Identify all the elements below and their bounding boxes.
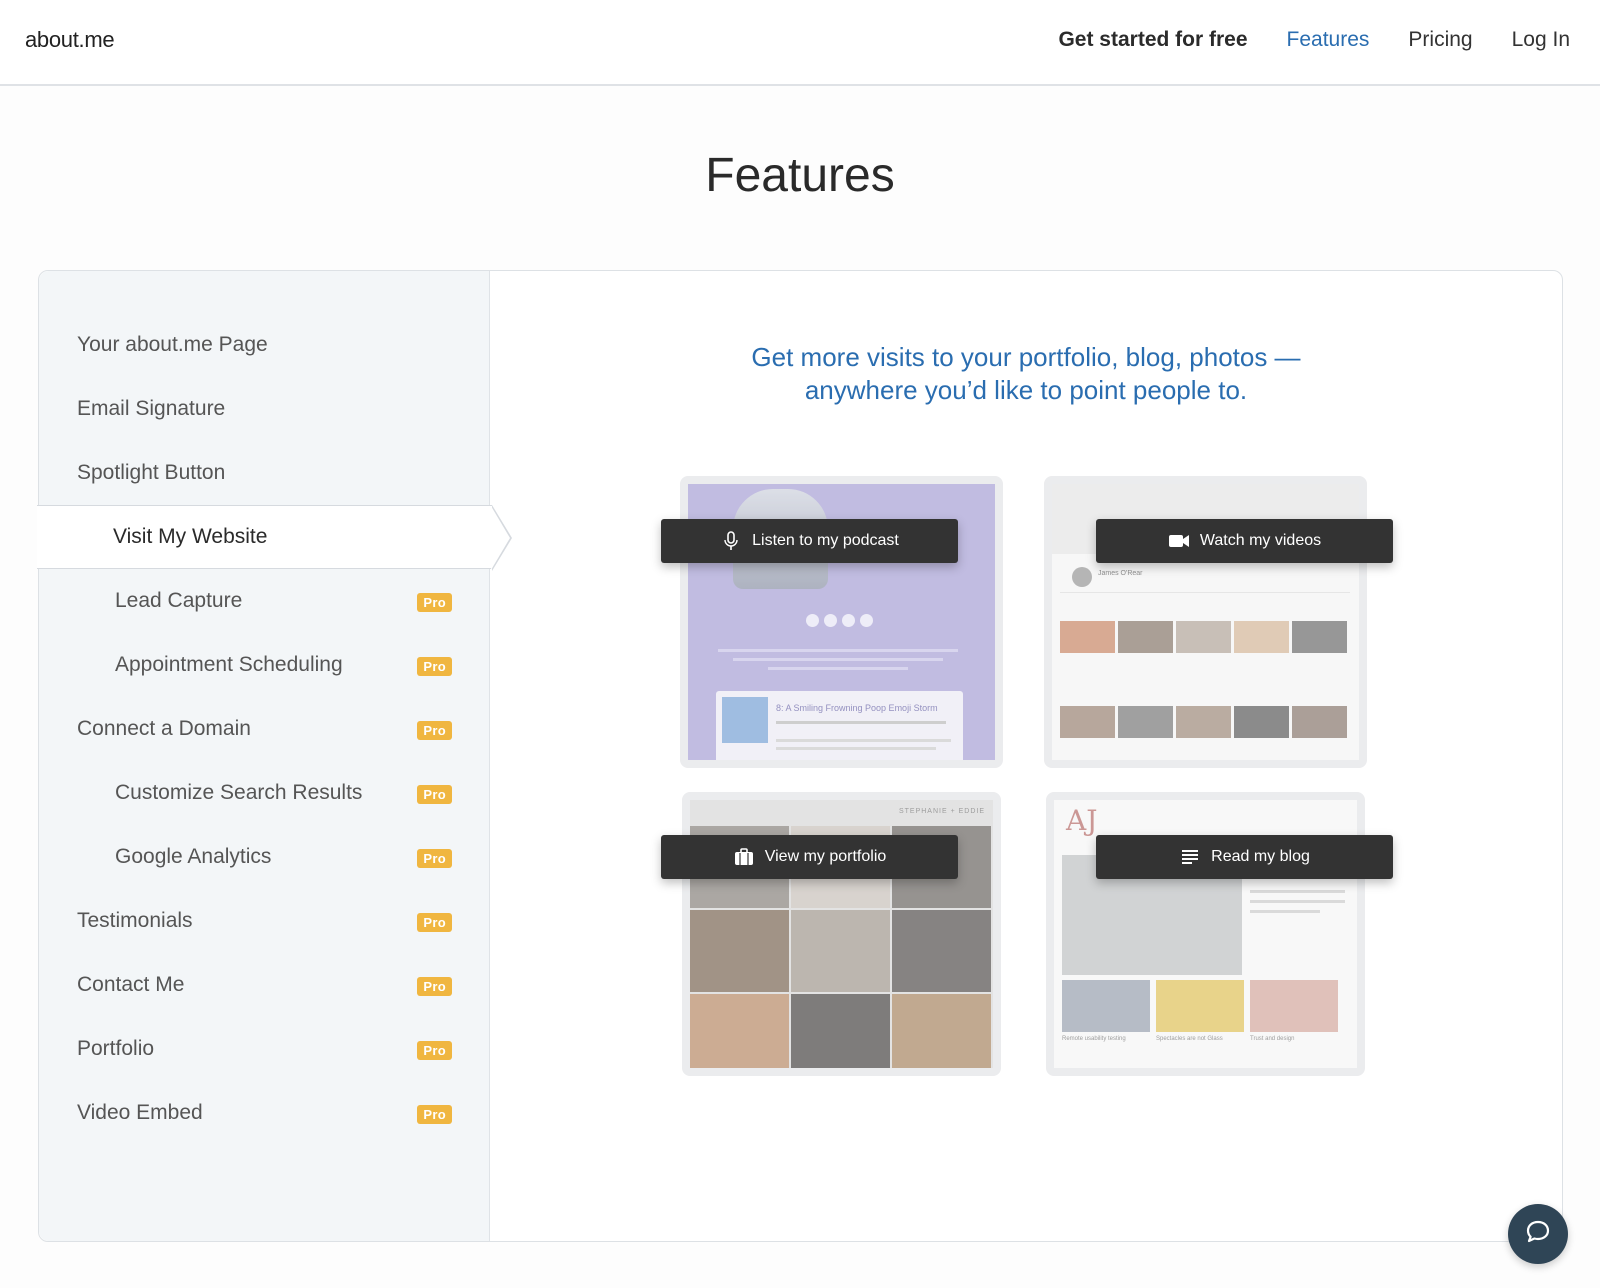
view-portfolio-button[interactable]: View my portfolio (661, 835, 958, 879)
sidebar-item-appointment-scheduling[interactable]: Appointment Scheduling Pro (39, 633, 490, 697)
sidebar-item-connect-domain[interactable]: Connect a Domain Pro (39, 697, 490, 761)
features-panel: Your about.me Page Email Signature Spotl… (37, 270, 1563, 1242)
sidebar-item-label: Portfolio (77, 1037, 155, 1060)
sidebar-item-label: Your about.me Page (77, 333, 268, 356)
pro-badge: Pro (417, 977, 452, 996)
watch-videos-button[interactable]: Watch my videos (1096, 519, 1393, 563)
sidebar-item-label: Google Analytics (115, 845, 272, 868)
pro-badge: Pro (417, 657, 452, 676)
features-sidebar: Your about.me Page Email Signature Spotl… (37, 271, 512, 1241)
sidebar-item-testimonials[interactable]: Testimonials Pro (39, 889, 490, 953)
top-nav: about.me Get started for free Features P… (0, 0, 1600, 86)
sidebar-item-contact-me[interactable]: Contact Me Pro (39, 953, 490, 1017)
button-label: Read my blog (1211, 848, 1310, 865)
button-label: Watch my videos (1199, 532, 1322, 549)
chat-launcher-button[interactable] (1508, 1204, 1568, 1264)
main-nav: Get started for free Features Pricing Lo… (1058, 28, 1570, 52)
button-label: Listen to my podcast (752, 532, 899, 549)
read-blog-button[interactable]: Read my blog (1096, 835, 1393, 879)
sidebar-item-label: Customize Search Results (115, 781, 363, 804)
video-camera-icon (1168, 530, 1190, 552)
sidebar-item-label: Email Signature (77, 397, 226, 420)
pro-badge: Pro (417, 849, 452, 868)
features-link[interactable]: Features (1287, 28, 1370, 52)
sidebar-item-label: Appointment Scheduling (115, 653, 343, 676)
tagline-line-2: anywhere you’d like to point people to. (804, 375, 1248, 405)
sidebar-item-google-analytics[interactable]: Google Analytics Pro (39, 825, 490, 889)
sidebar-item-lead-capture[interactable]: Lead Capture Pro (39, 569, 490, 633)
chat-bubble-icon (1524, 1218, 1552, 1251)
sidebar-item-label: Testimonials (77, 909, 193, 932)
list-lines-icon (1179, 846, 1201, 868)
sidebar-item-label: Lead Capture (115, 589, 243, 612)
get-started-link[interactable]: Get started for free (1058, 28, 1247, 52)
microphone-icon (720, 530, 742, 552)
sidebar-item-label: Connect a Domain (77, 717, 251, 740)
sidebar-item-visit-my-website[interactable]: Visit My Website (37, 505, 512, 571)
pro-badge: Pro (417, 785, 452, 804)
sidebar-item-portfolio[interactable]: Portfolio Pro (39, 1017, 490, 1081)
button-label: View my portfolio (764, 848, 887, 865)
about-me-logo[interactable]: about.me (25, 27, 115, 53)
briefcase-icon (733, 846, 755, 868)
sidebar-item-label: Visit My Website (113, 525, 268, 548)
sidebar-item-email-signature[interactable]: Email Signature (39, 377, 490, 441)
pro-badge: Pro (417, 721, 452, 740)
login-link[interactable]: Log In (1512, 28, 1570, 52)
pro-badge: Pro (417, 1105, 452, 1124)
tagline-line-1: Get more visits to your portfolio, blog,… (751, 342, 1301, 372)
active-pointer-fill (491, 506, 510, 570)
sidebar-item-label: Contact Me (77, 973, 185, 996)
sidebar-item-label: Spotlight Button (77, 461, 226, 484)
feature-tagline: Get more visits to your portfolio, blog,… (490, 341, 1562, 407)
page-title: Features (705, 149, 895, 202)
listen-podcast-button[interactable]: Listen to my podcast (661, 519, 958, 563)
pricing-link[interactable]: Pricing (1408, 28, 1472, 52)
pro-badge: Pro (417, 1041, 452, 1060)
sidebar-item-spotlight-button[interactable]: Spotlight Button (39, 441, 490, 505)
pro-badge: Pro (417, 913, 452, 932)
sidebar-item-video-embed[interactable]: Video Embed Pro (39, 1081, 490, 1145)
sidebar-item-customize-search[interactable]: Customize Search Results Pro (39, 761, 490, 825)
sidebar-item-label: Video Embed (77, 1101, 203, 1124)
pro-badge: Pro (417, 593, 452, 612)
sidebar-item-your-page[interactable]: Your about.me Page (39, 313, 490, 377)
